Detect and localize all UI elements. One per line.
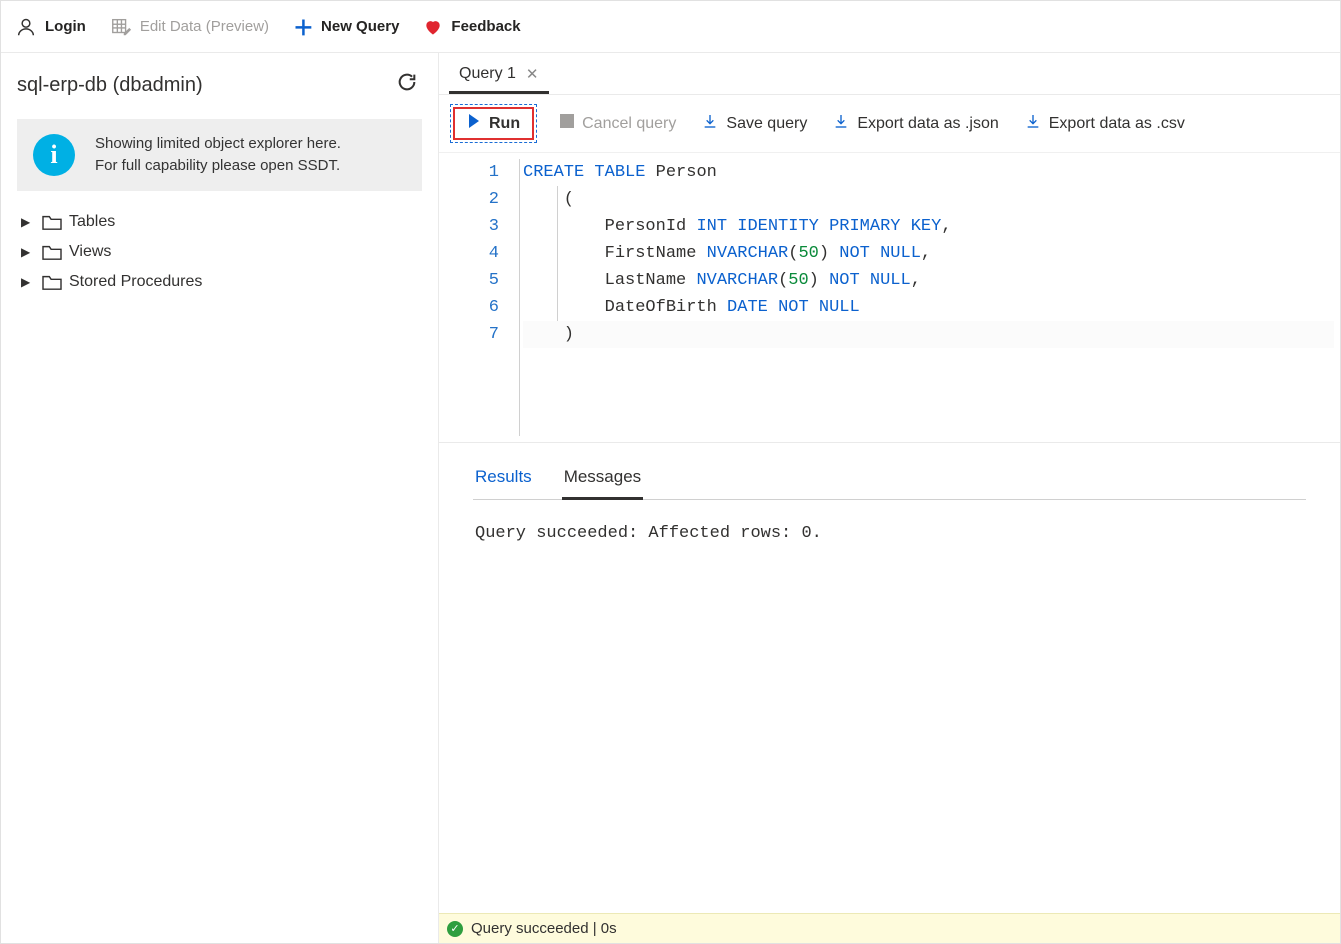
save-label: Save query	[726, 115, 807, 133]
login-label: Login	[45, 18, 86, 35]
plus-icon	[293, 17, 313, 37]
info-icon: i	[33, 134, 75, 176]
new-query-label: New Query	[321, 18, 399, 35]
tree-item-label: Stored Procedures	[69, 273, 202, 291]
refresh-button[interactable]	[396, 71, 418, 99]
feedback-button[interactable]: Feedback	[423, 17, 520, 37]
login-button[interactable]: Login	[15, 16, 86, 38]
table-edit-icon	[110, 16, 132, 38]
tree-item[interactable]: ▶ Stored Procedures	[17, 273, 422, 291]
cancel-query-button[interactable]: Cancel query	[560, 114, 676, 133]
new-query-button[interactable]: New Query	[293, 17, 399, 37]
tree-item-label: Tables	[69, 213, 115, 231]
results-panel: Results Messages Query succeeded: Affect…	[439, 443, 1340, 913]
download-icon	[702, 113, 718, 134]
object-tree: ▶ Tables ▶ Views ▶ Stored Procedures	[17, 205, 422, 291]
tab-query-1[interactable]: Query 1 ✕	[449, 57, 549, 94]
editor-tabstrip: Query 1 ✕	[439, 53, 1340, 95]
download-icon	[1025, 113, 1041, 134]
folder-icon	[41, 243, 63, 261]
tree-item[interactable]: ▶ Tables	[17, 213, 422, 231]
info-banner: i Showing limited object explorer here. …	[17, 119, 422, 191]
run-button[interactable]: Run	[453, 107, 534, 140]
refresh-icon	[396, 71, 418, 93]
database-title: sql-erp-db (dbadmin)	[17, 74, 203, 97]
feedback-label: Feedback	[451, 18, 520, 35]
edit-data-label: Edit Data (Preview)	[140, 18, 269, 35]
tree-item[interactable]: ▶ Views	[17, 243, 422, 261]
messages-output: Query succeeded: Affected rows: 0.	[473, 500, 1306, 913]
info-line-2: For full capability please open SSDT.	[95, 155, 341, 177]
check-circle-icon: ✓	[447, 921, 463, 937]
folder-icon	[41, 213, 63, 231]
chevron-right-icon: ▶	[21, 245, 35, 259]
folder-icon	[41, 273, 63, 291]
tree-item-label: Views	[69, 243, 111, 261]
play-icon	[467, 113, 481, 134]
status-bar: ✓ Query succeeded | 0s	[439, 913, 1340, 943]
tab-label: Query 1	[459, 65, 516, 83]
export-csv-button[interactable]: Export data as .csv	[1025, 113, 1185, 134]
sql-editor[interactable]: 1234567 CREATE TABLE Person ( PersonId I…	[439, 153, 1340, 443]
tab-results[interactable]: Results	[473, 467, 534, 499]
chevron-right-icon: ▶	[21, 275, 35, 289]
export-json-label: Export data as .json	[857, 115, 998, 133]
heart-icon	[423, 17, 443, 37]
line-gutter: 1234567	[439, 153, 519, 442]
query-toolbar: Run Cancel query Save query Export data …	[439, 95, 1340, 153]
object-explorer-sidebar: sql-erp-db (dbadmin) i Showing limited o…	[1, 53, 439, 943]
stop-icon	[560, 114, 574, 133]
info-line-1: Showing limited object explorer here.	[95, 133, 341, 155]
save-query-button[interactable]: Save query	[702, 113, 807, 134]
export-csv-label: Export data as .csv	[1049, 115, 1185, 133]
edit-data-button[interactable]: Edit Data (Preview)	[110, 16, 269, 38]
export-json-button[interactable]: Export data as .json	[833, 113, 998, 134]
run-label: Run	[489, 115, 520, 133]
download-icon	[833, 113, 849, 134]
status-text: Query succeeded | 0s	[471, 920, 617, 937]
code-area[interactable]: CREATE TABLE Person ( PersonId INT IDENT…	[519, 153, 1340, 354]
close-icon[interactable]: ✕	[526, 65, 539, 83]
top-toolbar: Login Edit Data (Preview) New Query Feed…	[1, 1, 1340, 53]
tab-messages[interactable]: Messages	[562, 467, 643, 500]
chevron-right-icon: ▶	[21, 215, 35, 229]
cancel-label: Cancel query	[582, 115, 676, 133]
person-icon	[15, 16, 37, 38]
